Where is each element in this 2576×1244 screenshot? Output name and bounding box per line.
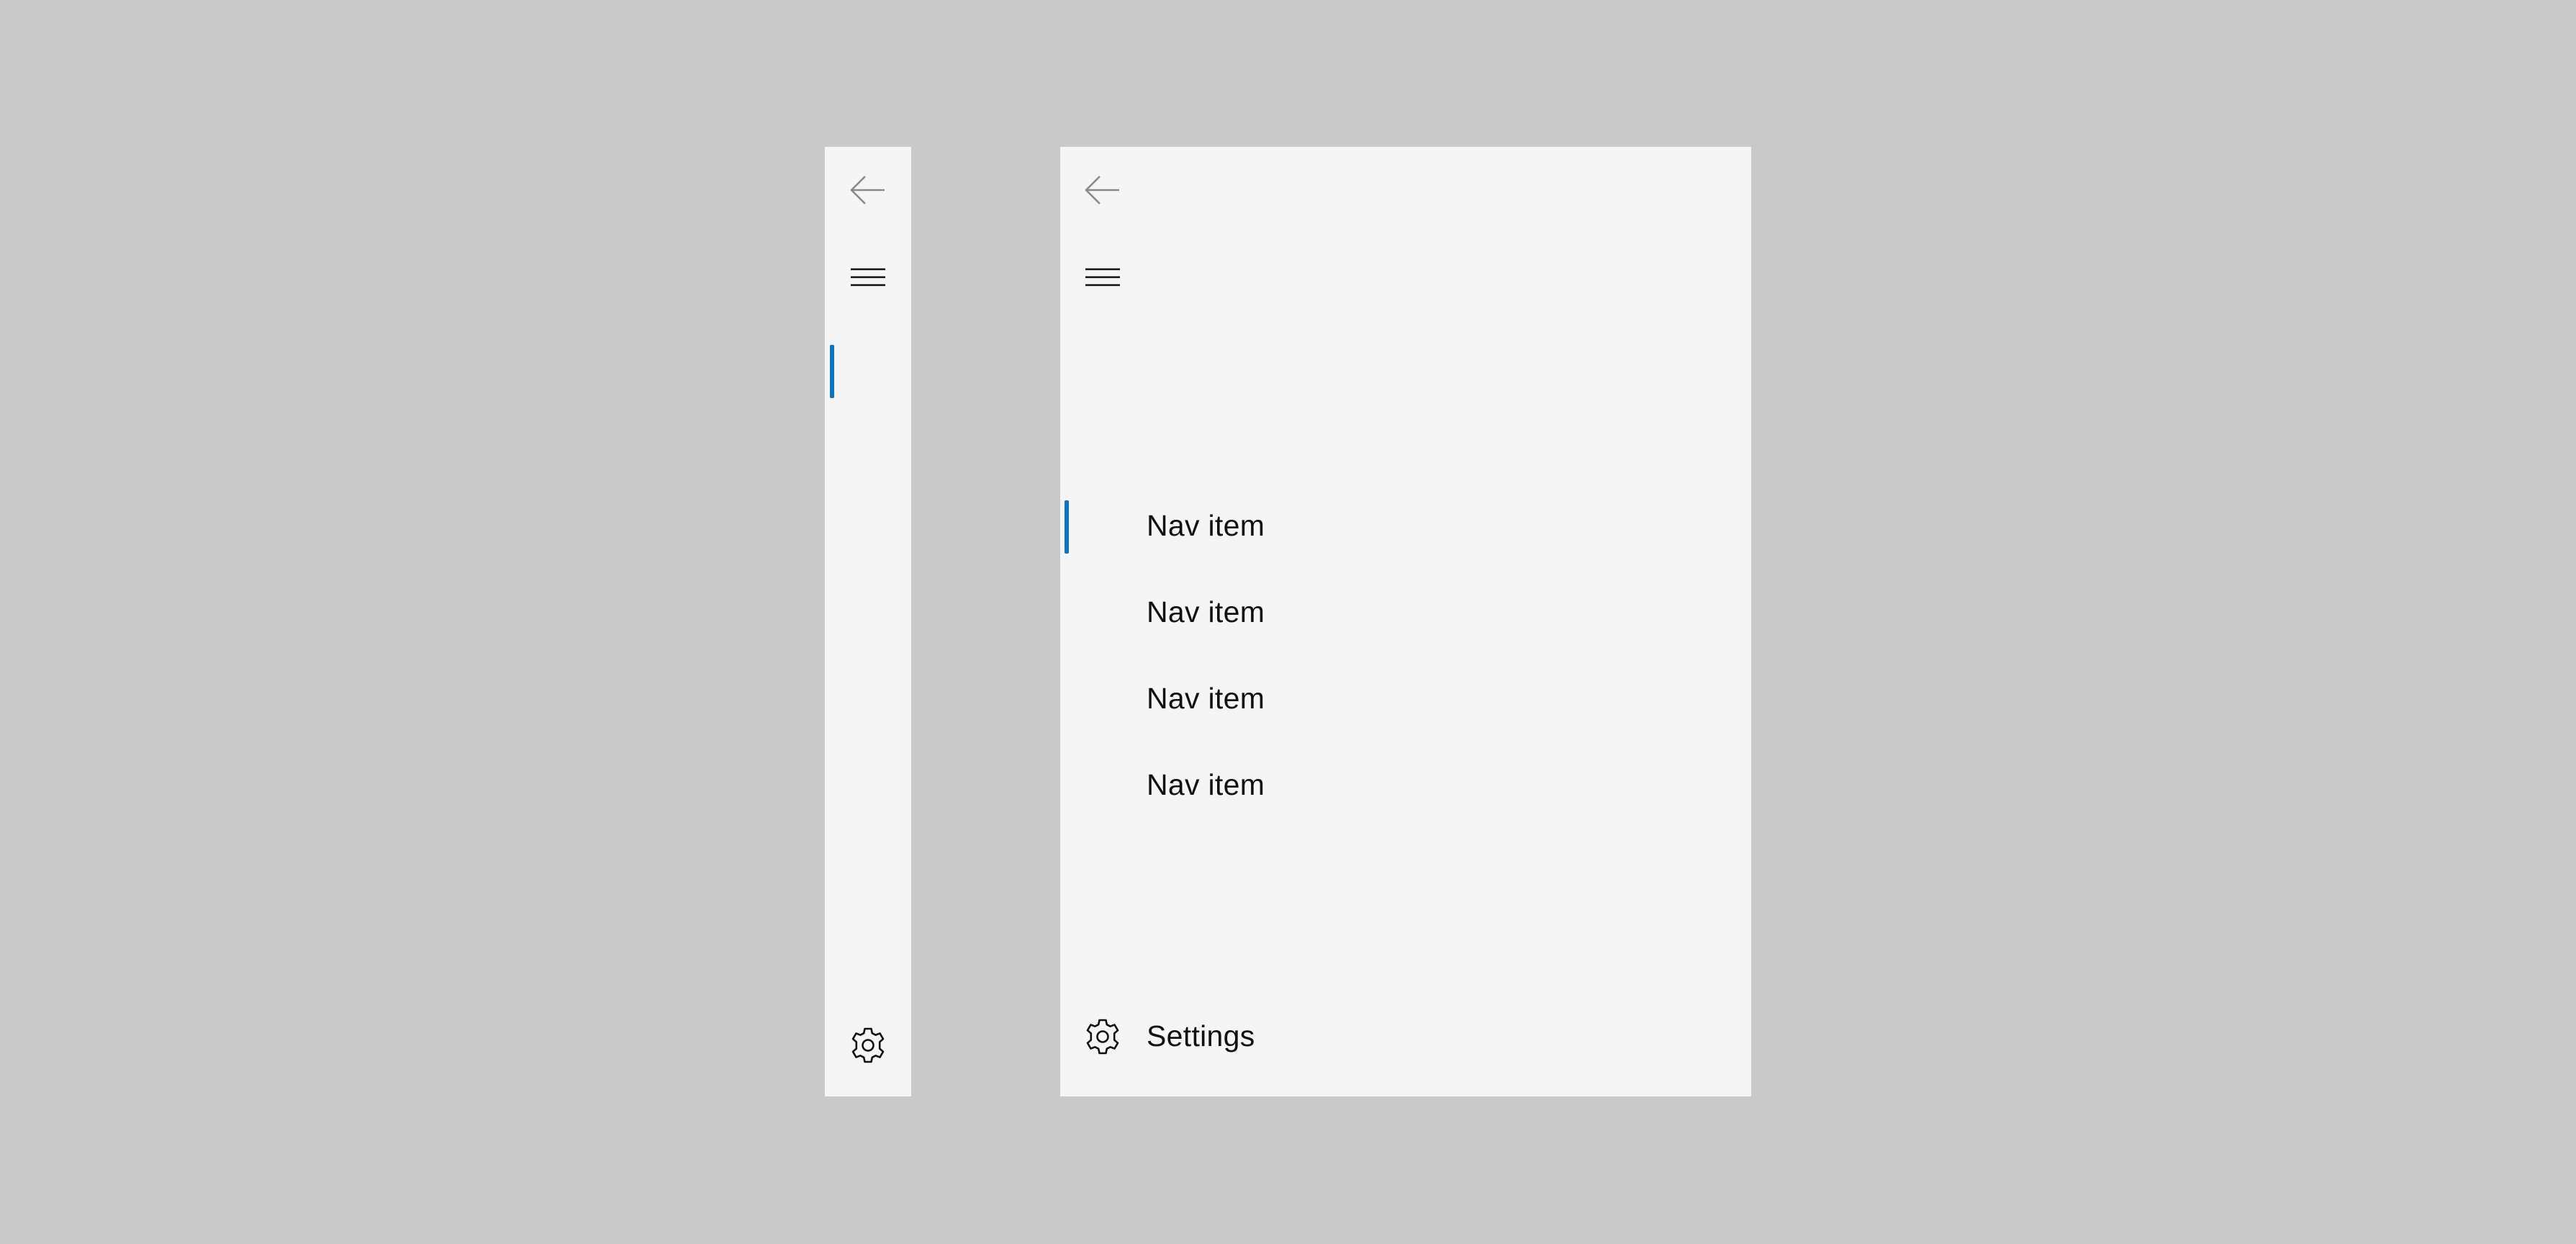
settings-label: Settings [1147, 1019, 1255, 1053]
compact-navigation-pane [825, 147, 911, 1096]
selection-indicator [1065, 500, 1069, 554]
menu-button[interactable] [1068, 243, 1137, 312]
nav-item-label: Nav item [1147, 508, 1265, 542]
gear-icon [851, 1027, 885, 1063]
compact-nav-item-selected[interactable] [825, 338, 911, 407]
arrow-left-icon [850, 176, 885, 204]
nav-item-2[interactable]: Nav item [1060, 569, 1751, 655]
settings-nav-item[interactable]: Settings [1060, 993, 1751, 1080]
canvas: Nav item Nav item Nav item Nav item Sett… [0, 0, 2576, 1244]
nav-item-3[interactable]: Nav item [1060, 655, 1751, 742]
nav-item-4[interactable]: Nav item [1060, 742, 1751, 828]
hamburger-icon [851, 268, 885, 287]
arrow-left-icon [1085, 176, 1119, 204]
nav-item-1[interactable]: Nav item [1060, 482, 1751, 569]
hamburger-icon [1085, 268, 1120, 287]
back-button[interactable] [1068, 156, 1137, 225]
nav-item-label: Nav item [1147, 595, 1265, 628]
gear-icon [1086, 1019, 1119, 1055]
gear-icon-wrapper [1068, 1002, 1137, 1071]
expanded-navigation-pane: Nav item Nav item Nav item Nav item Sett… [1060, 147, 1751, 1096]
menu-button[interactable] [833, 243, 903, 312]
nav-list: Nav item Nav item Nav item Nav item [1060, 482, 1751, 828]
selection-indicator [830, 345, 834, 398]
settings-button[interactable] [833, 1011, 903, 1080]
nav-item-label: Nav item [1147, 681, 1265, 715]
nav-item-label: Nav item [1147, 767, 1265, 801]
back-button[interactable] [833, 156, 903, 225]
